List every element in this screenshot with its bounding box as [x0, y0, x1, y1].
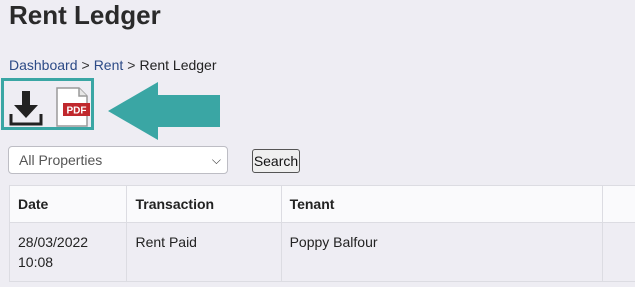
pdf-icon[interactable]: PDF: [53, 87, 91, 127]
column-header-extra: [601, 185, 635, 223]
property-filter-value: All Properties: [19, 152, 103, 168]
download-icon[interactable]: [9, 89, 43, 127]
export-actions: PDF: [1, 78, 94, 130]
page-title: Rent Ledger: [9, 0, 161, 30]
table-row: 28/03/2022 10:08 Rent Paid Poppy Balfour: [8, 222, 635, 282]
cell-extra: [601, 222, 635, 282]
column-header-transaction[interactable]: Transaction: [126, 185, 282, 223]
column-header-date[interactable]: Date: [8, 185, 128, 223]
search-button[interactable]: Search: [252, 149, 300, 173]
breadcrumb-separator: >: [127, 57, 136, 73]
cell-tenant: Poppy Balfour: [280, 222, 603, 282]
cell-transaction: Rent Paid: [126, 222, 282, 282]
pdf-label: PDF: [67, 106, 87, 117]
chevron-down-icon: ⌵: [211, 153, 221, 167]
column-header-tenant[interactable]: Tenant: [280, 185, 603, 223]
arrow-pointer-icon: [108, 82, 220, 142]
cell-date-day: 28/03/2022: [18, 234, 89, 250]
breadcrumb: Dashboard > Rent > Rent Ledger: [9, 57, 217, 73]
cell-date: 28/03/2022 10:08: [8, 222, 128, 282]
breadcrumb-current: Rent Ledger: [139, 57, 217, 73]
cell-date-time: 10:08: [18, 254, 54, 270]
ledger-table: Date Transaction Tenant 28/03/2022 10:08…: [8, 185, 635, 282]
breadcrumb-link-dashboard[interactable]: Dashboard: [9, 57, 78, 73]
breadcrumb-separator: >: [81, 57, 90, 73]
table-header-row: Date Transaction Tenant: [8, 185, 635, 223]
breadcrumb-link-rent[interactable]: Rent: [94, 57, 124, 73]
property-filter-select[interactable]: All Properties ⌵: [8, 146, 228, 174]
